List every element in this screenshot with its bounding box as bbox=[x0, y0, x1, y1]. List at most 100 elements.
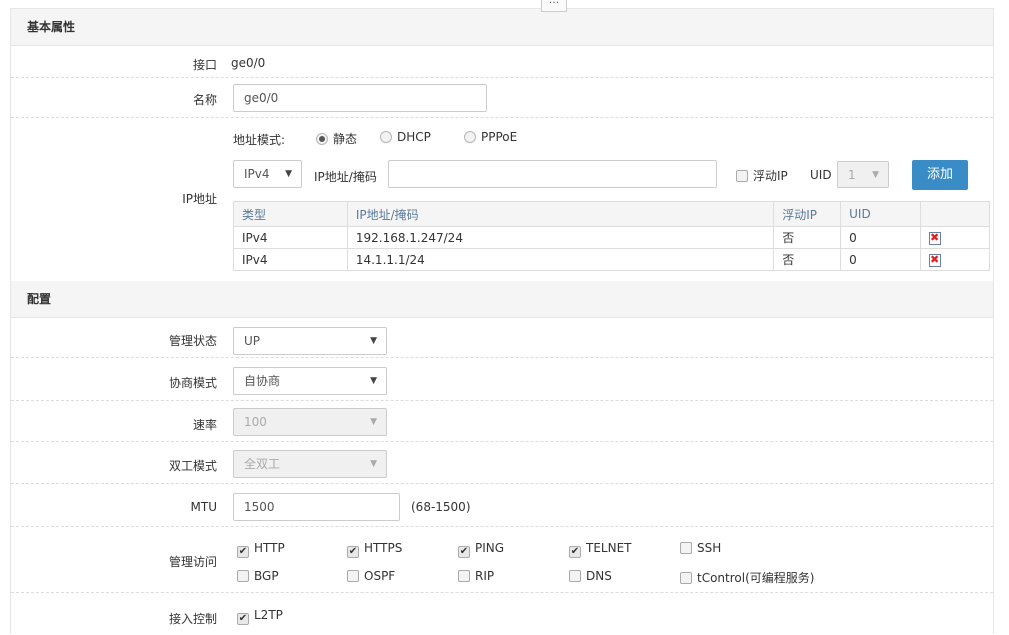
checkbox-rip[interactable]: RIP bbox=[458, 569, 494, 583]
row-ip-address: IP地址 地址模式: 静态 DHCP PPPoE IPv4 ▼ IP地址/掩码 … bbox=[11, 118, 993, 282]
admin-state-label: 管理状态 bbox=[168, 334, 217, 348]
chevron-down-icon: ▼ bbox=[370, 336, 377, 346]
ip-version-select[interactable]: IPv4 ▼ bbox=[233, 160, 302, 188]
speed-label: 速率 bbox=[192, 418, 217, 432]
checkbox-box bbox=[680, 572, 692, 584]
row-name: 名称 ge0/0 bbox=[11, 78, 993, 118]
chevron-down-icon: ▼ bbox=[285, 169, 292, 179]
col-ip-mask: IP地址/掩码 bbox=[346, 201, 775, 227]
delete-icon[interactable] bbox=[929, 253, 942, 267]
uid-select[interactable]: 1 ▼ bbox=[837, 161, 889, 188]
cell-actions bbox=[920, 226, 990, 249]
checkbox-l2tp[interactable]: ✔ L2TP bbox=[237, 608, 283, 625]
checkbox-http[interactable]: ✔ HTTP bbox=[237, 541, 285, 558]
checkbox-ssh[interactable]: SSH bbox=[680, 541, 721, 555]
management-access-label: 管理访问 bbox=[168, 555, 217, 569]
negotiation-value: 自协商 bbox=[244, 374, 281, 388]
speed-select[interactable]: 100 ▼ bbox=[233, 408, 387, 436]
interface-value: ge0/0 bbox=[231, 56, 266, 70]
checkbox-tcontrol[interactable]: tControl(可编程服务) bbox=[680, 569, 814, 586]
table-header-row: 类型 IP地址/掩码 浮动IP UID bbox=[233, 201, 990, 227]
cell-type: IPv4 bbox=[233, 248, 348, 271]
col-actions bbox=[920, 201, 990, 227]
admin-state-select[interactable]: UP ▼ bbox=[233, 327, 387, 355]
floating-ip-checkbox-box bbox=[736, 170, 748, 182]
check-icon: ✔ bbox=[237, 546, 249, 558]
radio-static-label: 静态 bbox=[333, 132, 358, 146]
cell-type: IPv4 bbox=[233, 226, 348, 249]
collapse-handle[interactable]: ... bbox=[541, 0, 567, 12]
table-row: IPv4 14.1.1.1/24 否 0 bbox=[233, 248, 990, 271]
floating-ip-checkbox[interactable]: 浮动IP bbox=[736, 167, 788, 184]
section-config-title: 配置 bbox=[27, 292, 52, 306]
cell-floating: 否 bbox=[773, 226, 842, 249]
cell-ip: 14.1.1.1/24 bbox=[346, 248, 775, 271]
row-mtu: MTU 1500 (68-1500) bbox=[11, 484, 993, 527]
radio-dhcp-label: DHCP bbox=[397, 130, 431, 144]
col-uid: UID bbox=[840, 201, 922, 227]
ip-mask-input[interactable] bbox=[388, 160, 717, 188]
checkbox-rip-label: RIP bbox=[475, 569, 495, 583]
radio-dhcp[interactable]: DHCP bbox=[380, 130, 431, 144]
col-type: 类型 bbox=[233, 201, 348, 227]
row-admin-state: 管理状态 UP ▼ bbox=[11, 318, 993, 358]
checkbox-ospf-label: OSPF bbox=[364, 569, 396, 583]
checkbox-ospf[interactable]: OSPF bbox=[347, 569, 395, 583]
row-interface: 接口 ge0/0 bbox=[11, 46, 993, 78]
checkbox-http-label: HTTP bbox=[254, 541, 285, 555]
add-button[interactable]: 添加 bbox=[912, 160, 968, 190]
radio-pppoe-indicator bbox=[464, 131, 476, 143]
duplex-select[interactable]: 全双工 ▼ bbox=[233, 450, 387, 478]
check-icon: ✔ bbox=[347, 546, 359, 558]
check-icon: ✔ bbox=[569, 546, 581, 558]
ip-version-value: IPv4 bbox=[244, 167, 270, 181]
radio-pppoe-label: PPPoE bbox=[481, 130, 518, 144]
checkbox-box bbox=[458, 570, 470, 582]
radio-dhcp-indicator bbox=[380, 131, 392, 143]
checkbox-box bbox=[347, 570, 359, 582]
radio-static-indicator bbox=[316, 133, 328, 145]
section-config-header: 配置 bbox=[11, 281, 993, 318]
radio-pppoe[interactable]: PPPoE bbox=[464, 130, 517, 144]
speed-value: 100 bbox=[244, 415, 267, 429]
checkbox-ping[interactable]: ✔ PING bbox=[458, 541, 504, 558]
name-input[interactable]: ge0/0 bbox=[233, 84, 487, 112]
cell-uid: 0 bbox=[840, 248, 922, 271]
checkbox-bgp[interactable]: BGP bbox=[237, 569, 279, 583]
interface-form-panel: 基本属性 接口 ge0/0 名称 ge0/0 IP地址 地址模式: 静态 DHC… bbox=[10, 8, 994, 634]
ip-address-table: 类型 IP地址/掩码 浮动IP UID IPv4 192.168.1.247/2… bbox=[233, 201, 990, 271]
checkbox-bgp-label: BGP bbox=[254, 569, 279, 583]
chevron-down-icon: ▼ bbox=[370, 417, 377, 427]
row-speed: 速率 100 ▼ bbox=[11, 401, 993, 442]
negotiation-label: 协商模式 bbox=[168, 376, 217, 390]
cell-floating: 否 bbox=[773, 248, 842, 271]
checkbox-box bbox=[680, 542, 692, 554]
row-access-control: 接入控制 ✔ L2TP bbox=[11, 593, 993, 635]
mtu-hint: (68-1500) bbox=[411, 500, 471, 514]
row-management-access: 管理访问 ✔ HTTP ✔ HTTPS ✔ PING ✔ TELNET SSH BGP … bbox=[11, 527, 993, 593]
checkbox-dns-label: DNS bbox=[586, 569, 612, 583]
checkbox-https-label: HTTPS bbox=[364, 541, 403, 555]
checkbox-telnet[interactable]: ✔ TELNET bbox=[569, 541, 632, 558]
duplex-label: 双工模式 bbox=[168, 459, 217, 473]
cell-ip: 192.168.1.247/24 bbox=[346, 226, 775, 249]
row-duplex: 双工模式 全双工 ▼ bbox=[11, 442, 993, 484]
table-row: IPv4 192.168.1.247/24 否 0 bbox=[233, 226, 990, 249]
mtu-input[interactable]: 1500 bbox=[233, 493, 400, 521]
chevron-down-icon: ▼ bbox=[370, 376, 377, 386]
checkbox-https[interactable]: ✔ HTTPS bbox=[347, 541, 402, 558]
checkbox-box bbox=[237, 570, 249, 582]
check-icon: ✔ bbox=[237, 613, 249, 625]
cell-actions bbox=[920, 248, 990, 271]
name-label: 名称 bbox=[192, 93, 217, 107]
mtu-label: MTU bbox=[190, 500, 217, 514]
admin-state-value: UP bbox=[244, 334, 261, 348]
checkbox-dns[interactable]: DNS bbox=[569, 569, 612, 583]
delete-icon[interactable] bbox=[929, 231, 942, 245]
checkbox-tcontrol-label: tControl(可编程服务) bbox=[697, 571, 815, 585]
checkbox-l2tp-label: L2TP bbox=[254, 608, 283, 622]
section-basic-title: 基本属性 bbox=[27, 20, 76, 34]
negotiation-select[interactable]: 自协商 ▼ bbox=[233, 367, 387, 395]
interface-label: 接口 bbox=[192, 58, 217, 72]
radio-static[interactable]: 静态 bbox=[316, 130, 357, 147]
